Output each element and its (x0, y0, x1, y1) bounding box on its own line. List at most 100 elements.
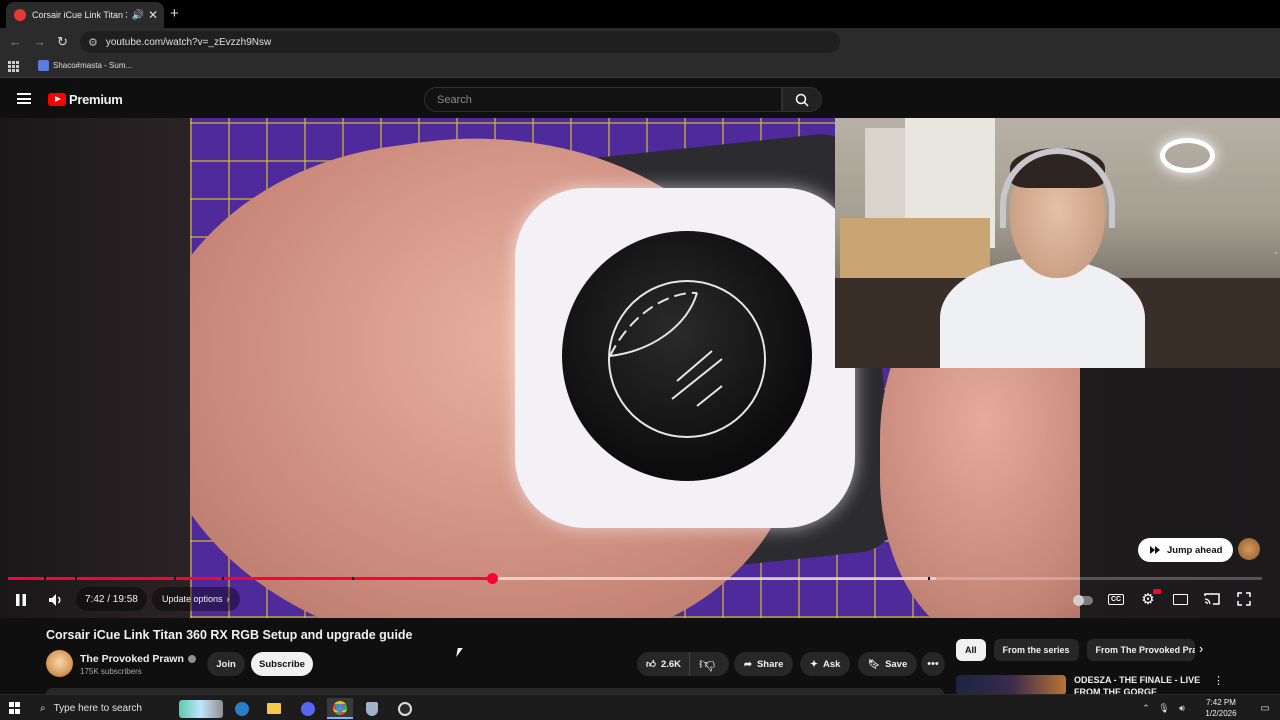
youtube-logo[interactable]: Premium (48, 92, 123, 107)
theater-mode-icon (1172, 593, 1188, 605)
progress-bar[interactable] (8, 573, 1262, 584)
chevron-right-icon: › (226, 594, 230, 604)
fullscreen-button[interactable] (1234, 590, 1254, 608)
taskbar-edge[interactable] (229, 698, 255, 719)
jump-ahead-icon (1150, 546, 1160, 554)
chapter-marker (174, 577, 176, 580)
join-button[interactable]: Join (207, 652, 245, 676)
fullscreen-icon (1237, 592, 1251, 606)
taskbar-obs[interactable] (392, 698, 418, 719)
notification-icon[interactable]: ▭ (1254, 703, 1276, 714)
save-label: Save (885, 658, 908, 670)
theater-mode-button[interactable] (1170, 590, 1190, 608)
site-info-icon[interactable]: ⚙ (88, 36, 98, 49)
apps-grid-icon[interactable] (8, 61, 19, 72)
chapter-marker (352, 577, 354, 580)
channel-name-link[interactable]: The Provoked Prawn (80, 653, 196, 665)
ask-button[interactable]: ✦ Ask (800, 652, 851, 676)
forward-icon[interactable]: → (33, 34, 46, 49)
url-text[interactable]: youtube.com/watch?v=_zEvzzh9Nsw (106, 37, 271, 48)
webcam-overlay (835, 118, 1280, 368)
bookmark-item[interactable]: Shaco#masta - Sum... (38, 60, 132, 71)
captions-icon: CC (1107, 593, 1125, 605)
search-box[interactable] (424, 87, 782, 112)
video-title: Corsair iCue Link Titan 360 RX RGB Setup… (46, 628, 413, 642)
more-vertical-icon[interactable]: ⋮ (1213, 674, 1224, 687)
jump-ahead-button[interactable]: Jump ahead (1138, 538, 1234, 562)
youtube-header: Premium (0, 80, 1280, 118)
back-icon[interactable]: ← (9, 34, 22, 49)
windows-start-icon[interactable] (9, 702, 21, 714)
aio-pump-head (515, 188, 855, 528)
update-options-button[interactable]: Update options › (152, 587, 240, 611)
bookmark-icon: 🔖︎ (868, 658, 881, 670)
omnibox[interactable]: ⚙ youtube.com/watch?v=_zEvzzh9Nsw (80, 31, 840, 53)
volume-icon (49, 594, 61, 606)
bookmark-favicon-icon (38, 60, 49, 71)
bookmark-label: Shaco#masta - Sum... (53, 61, 133, 70)
screen: Corsair iCue Link Titan 360 🔊 ✕ + ← → ↻ … (0, 0, 1280, 720)
search-button[interactable] (782, 87, 822, 112)
chip-from-the-provoked-prawn[interactable]: From The Provoked Prawn (1086, 639, 1195, 661)
hd-badge (1153, 589, 1161, 594)
chevron-up-icon[interactable]: ⌃ (1138, 703, 1154, 714)
youtube-play-icon (48, 93, 66, 106)
search-input[interactable] (437, 93, 781, 106)
hamburger-menu-icon[interactable] (17, 93, 31, 104)
scroll-up-icon[interactable]: ▲ (1273, 250, 1279, 256)
chapter-marker (928, 577, 930, 580)
more-actions-button[interactable]: ••• (921, 652, 945, 676)
search-icon (795, 93, 809, 107)
cast-button[interactable] (1202, 590, 1222, 608)
browser-tab[interactable]: Corsair iCue Link Titan 360 🔊 ✕ (6, 2, 164, 28)
recommendation-thumbnail[interactable] (956, 675, 1066, 695)
thumbs-up-icon: 👍︎ (646, 659, 656, 670)
share-button[interactable]: ➦ Share (734, 652, 794, 676)
chip-from-the-series[interactable]: From the series (993, 639, 1079, 661)
taskbar-chrome[interactable] (327, 698, 353, 719)
alien-graphic-icon (179, 699, 223, 718)
volume-button[interactable] (46, 591, 66, 609)
taskbar-discord[interactable] (295, 698, 321, 719)
tab-title: Corsair iCue Link Titan 360 (32, 10, 127, 20)
sparkle-icon: ✦ (810, 658, 818, 670)
new-tab-icon[interactable]: + (170, 5, 179, 22)
progress-played (8, 577, 493, 580)
subscribe-button[interactable]: Subscribe (251, 652, 313, 676)
save-button[interactable]: 🔖︎ Save (858, 652, 918, 676)
progress-scrubber[interactable] (487, 573, 499, 584)
mouse-cursor (456, 648, 463, 657)
youtube-favicon-icon (14, 9, 26, 21)
chevron-right-icon[interactable]: › (1199, 641, 1203, 656)
channel-avatar[interactable] (46, 650, 73, 677)
pause-button[interactable] (12, 591, 30, 609)
jump-ahead-avatar[interactable] (1238, 538, 1260, 560)
taskbar-file-explorer[interactable] (261, 698, 287, 719)
brand-label: Premium (69, 92, 123, 107)
autoplay-toggle[interactable] (1072, 592, 1094, 608)
bookmarks-bar: Shaco#masta - Sum... (0, 56, 1280, 78)
address-bar-row: ← → ↻ ⚙ youtube.com/watch?v=_zEvzzh9Nsw (0, 28, 1280, 56)
settings-button[interactable]: ⚙ (1138, 589, 1161, 608)
taskbar-search[interactable]: ⌕ Type here to search (32, 695, 172, 720)
like-dislike-group: 👍︎ 2.6K 👎︎ (637, 652, 729, 676)
microphone-icon[interactable]: 🎙︎ (1156, 703, 1172, 714)
verified-icon (187, 655, 196, 663)
search-highlight-image[interactable] (176, 698, 226, 719)
reload-icon[interactable]: ↻ (57, 34, 68, 50)
captions-button[interactable]: CC (1106, 590, 1126, 608)
speaker-icon[interactable]: 🔊︎ (1174, 703, 1190, 714)
like-button[interactable]: 👍︎ 2.6K (637, 652, 691, 676)
chip-all[interactable]: All (956, 639, 986, 661)
dislike-button[interactable]: 👎︎ (690, 652, 724, 676)
video-player[interactable]: ▲ Jump ahead 7:42 / 19:58 Update options… (0, 118, 1280, 618)
pause-icon (16, 594, 26, 606)
taskbar-clock[interactable]: 7:42 PM 1/2/2026 (1198, 697, 1244, 719)
share-icon: ➦ (744, 658, 752, 670)
taskbar-shield-app[interactable] (359, 698, 385, 719)
clock-time: 7:42 PM (1206, 698, 1236, 707)
close-tab-icon[interactable]: ✕ (148, 8, 158, 22)
edge-icon (235, 701, 249, 716)
speaker-icon[interactable]: 🔊 (131, 10, 143, 21)
time-display-text: 7:42 / 19:58 (85, 593, 138, 605)
